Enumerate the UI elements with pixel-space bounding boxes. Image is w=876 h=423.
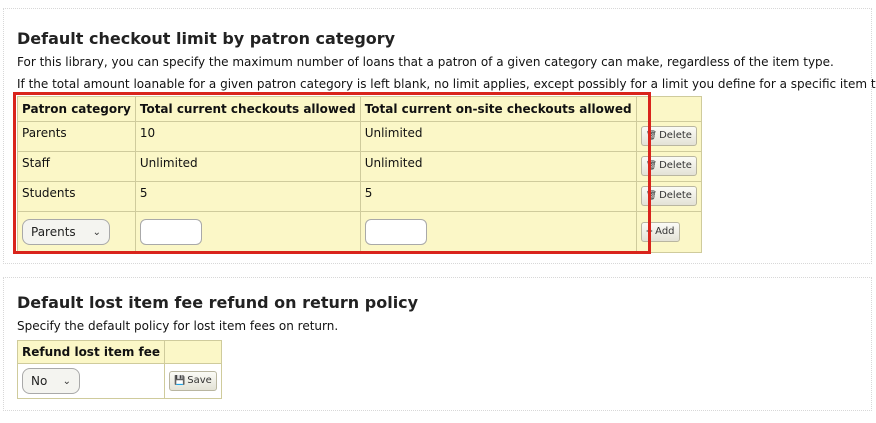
delete-label: Delete bbox=[659, 190, 692, 201]
add-label: Add bbox=[655, 226, 675, 237]
delete-label: Delete bbox=[659, 130, 692, 141]
highlight-box bbox=[13, 92, 651, 254]
chevron-down-icon: ⌄ bbox=[62, 375, 71, 387]
table-row: No ⌄ 💾 Save bbox=[16, 363, 223, 399]
checkout-limit-description-1: For this library, you can specify the ma… bbox=[17, 55, 834, 69]
save-button[interactable]: 💾 Save bbox=[169, 371, 217, 391]
refund-policy-description: Specify the default policy for lost item… bbox=[17, 319, 339, 333]
refund-select[interactable]: No ⌄ bbox=[22, 368, 80, 394]
refund-policy-table: Refund lost item fee No ⌄ 💾 Save bbox=[16, 340, 223, 399]
column-header-refund-lost-item-fee: Refund lost item fee bbox=[16, 340, 166, 364]
cell-refund-select: No ⌄ bbox=[16, 363, 166, 399]
column-header-actions bbox=[164, 340, 223, 364]
cell-save: 💾 Save bbox=[164, 363, 223, 399]
save-label: Save bbox=[187, 375, 212, 386]
checkout-limit-title: Default checkout limit by patron categor… bbox=[17, 29, 396, 48]
floppy-icon: 💾 bbox=[174, 376, 186, 386]
delete-label: Delete bbox=[659, 160, 692, 171]
checkout-limit-description-2: If the total amount loanable for a given… bbox=[17, 77, 876, 91]
refund-policy-title: Default lost item fee refund on return p… bbox=[17, 293, 419, 312]
table-header-row: Refund lost item fee bbox=[16, 340, 223, 364]
refund-selected: No bbox=[31, 374, 48, 388]
